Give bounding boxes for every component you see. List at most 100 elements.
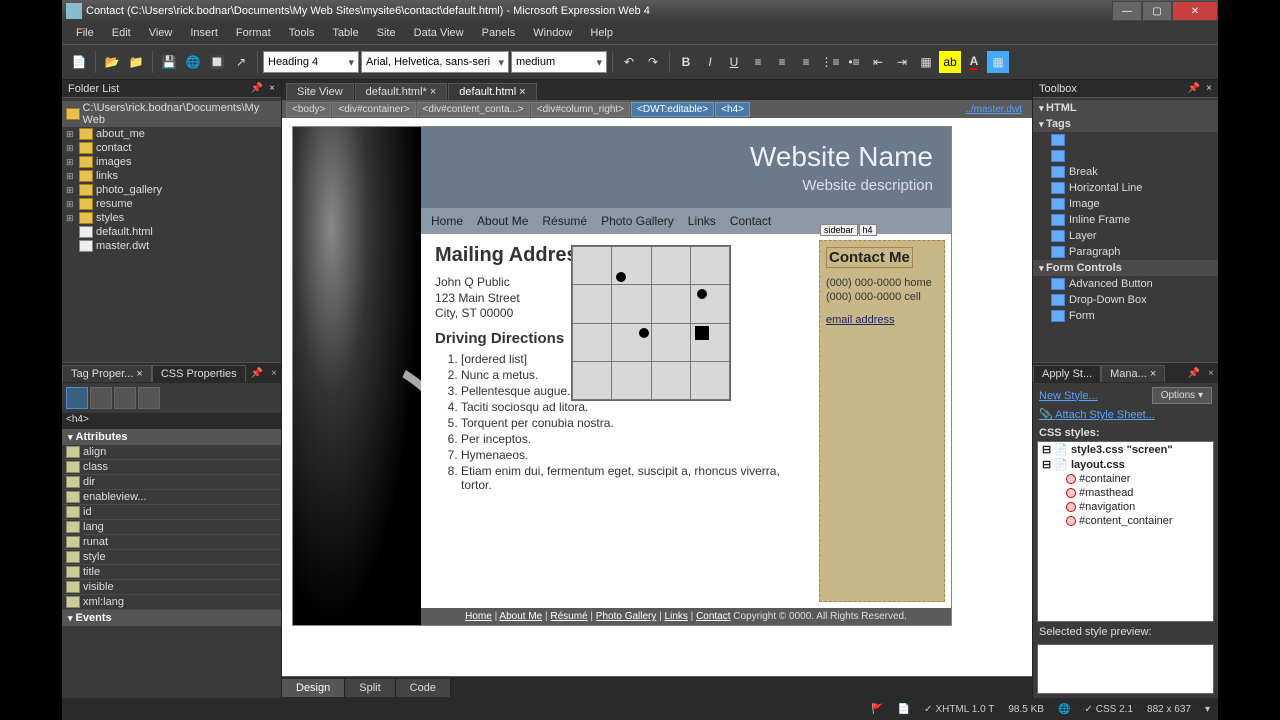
footer-link[interactable]: Résumé	[550, 611, 587, 622]
close-button[interactable]: ✕	[1172, 1, 1218, 21]
css-rule[interactable]: #content_container	[1038, 514, 1213, 528]
attr-row[interactable]: align	[62, 445, 281, 460]
nav-link[interactable]: Links	[688, 214, 716, 228]
superpreview-button[interactable]: 🔲	[206, 51, 228, 73]
menu-file[interactable]: File	[68, 25, 102, 41]
events-header[interactable]: Events	[62, 610, 281, 626]
folder-item[interactable]: master.dwt	[62, 239, 281, 253]
attr-row[interactable]: visible	[62, 580, 281, 595]
menu-edit[interactable]: Edit	[104, 25, 139, 41]
toolbox-category[interactable]: Tags	[1033, 116, 1218, 132]
borders-button[interactable]: ▦	[915, 51, 937, 73]
folder-item[interactable]: ⊞links	[62, 169, 281, 183]
table-button[interactable]: ▦	[987, 51, 1009, 73]
size-select[interactable]: medium	[511, 51, 607, 73]
nav-link[interactable]: Photo Gallery	[601, 214, 674, 228]
view-tab-code[interactable]: Code	[396, 679, 451, 697]
toolbox-item[interactable]: Break	[1033, 164, 1218, 180]
footer-link[interactable]: About Me	[499, 611, 542, 622]
open-button[interactable]: 📂	[101, 51, 123, 73]
align-right-button[interactable]: ≡	[795, 51, 817, 73]
doc-tab[interactable]: default.html ×	[448, 83, 536, 100]
status-flag[interactable]: 🚩	[871, 704, 883, 715]
breadcrumb-item[interactable]: <div#content_conta...>	[417, 102, 530, 117]
tab-apply-styles[interactable]: Apply St...	[1033, 365, 1101, 382]
outdent-button[interactable]: ⇤	[867, 51, 889, 73]
css-rule[interactable]: #container	[1038, 472, 1213, 486]
publish-button[interactable]: ↗	[230, 51, 252, 73]
options-button[interactable]: Options ▾	[1152, 387, 1212, 404]
pin-icon[interactable]: 📌	[1184, 368, 1204, 379]
status-mode[interactable]: 📄	[898, 704, 910, 715]
folder-item[interactable]: ⊞styles	[62, 211, 281, 225]
footer-link[interactable]: Home	[465, 611, 492, 622]
menu-insert[interactable]: Insert	[182, 25, 226, 41]
stylesheet-item[interactable]: ⊟ 📄 style3.css "screen"	[1038, 442, 1213, 457]
folder-item[interactable]: ⊞contact	[62, 141, 281, 155]
highlight-button[interactable]: ab	[939, 51, 961, 73]
master-link[interactable]: ../master.dwt	[965, 104, 1028, 115]
toolbox-item[interactable]: Inline Frame	[1033, 212, 1218, 228]
toolbox-item[interactable]: Advanced Button	[1033, 276, 1218, 292]
bold-button[interactable]: B	[675, 51, 697, 73]
view-tab-split[interactable]: Split	[345, 679, 395, 697]
toolbox-item[interactable]: Drop-Down Box	[1033, 292, 1218, 308]
pin-icon[interactable]: 📌	[251, 83, 263, 94]
pin-icon[interactable]: 📌	[1188, 83, 1200, 94]
font-color-button[interactable]: A	[963, 51, 985, 73]
nav-link[interactable]: Home	[431, 214, 463, 228]
toolbox-item[interactable]: Horizontal Line	[1033, 180, 1218, 196]
attach-stylesheet-link[interactable]: 📎 Attach Style Sheet...	[1039, 408, 1155, 421]
italic-button[interactable]: I	[699, 51, 721, 73]
sidebar-editable[interactable]: sidebarh4 Contact Me (000) 000-0000 home…	[819, 240, 945, 602]
attr-row[interactable]: id	[62, 505, 281, 520]
show-set-button[interactable]	[114, 387, 136, 409]
menu-panels[interactable]: Panels	[474, 25, 524, 41]
menu-format[interactable]: Format	[228, 25, 279, 41]
align-left-button[interactable]: ≡	[747, 51, 769, 73]
toolbox-item[interactable]	[1033, 148, 1218, 164]
style-select[interactable]: Heading 4	[263, 51, 359, 73]
toolbox-category[interactable]: HTML	[1033, 100, 1218, 116]
preview-button[interactable]: 🌐	[182, 51, 204, 73]
folder-item[interactable]: ⊞images	[62, 155, 281, 169]
email-link[interactable]: email address	[826, 314, 894, 326]
bullet-list-button[interactable]: •≡	[843, 51, 865, 73]
design-canvas[interactable]: Website Name Website description HomeAbo…	[282, 118, 1032, 676]
open-site-button[interactable]: 📁	[125, 51, 147, 73]
doc-tab[interactable]: default.html* ×	[355, 83, 448, 100]
attr-row[interactable]: class	[62, 460, 281, 475]
save-button[interactable]: 💾	[158, 51, 180, 73]
stylesheet-item[interactable]: ⊟ 📄 layout.css	[1038, 457, 1213, 472]
attr-row[interactable]: title	[62, 565, 281, 580]
close-icon[interactable]: ×	[267, 368, 281, 379]
folder-item[interactable]: ⊞photo_gallery	[62, 183, 281, 197]
breadcrumb-item[interactable]: <body>	[286, 102, 331, 117]
toolbox-item[interactable]: Layer	[1033, 228, 1218, 244]
footer-link[interactable]: Photo Gallery	[596, 611, 657, 622]
toolbox-item[interactable]	[1033, 132, 1218, 148]
menu-site[interactable]: Site	[369, 25, 404, 41]
tab-manage-styles[interactable]: Mana... ×	[1101, 365, 1165, 382]
menu-help[interactable]: Help	[582, 25, 621, 41]
attr-row[interactable]: xml:lang	[62, 595, 281, 610]
attr-row[interactable]: enableview...	[62, 490, 281, 505]
underline-button[interactable]: U	[723, 51, 745, 73]
folder-item[interactable]: default.html	[62, 225, 281, 239]
breadcrumb-item[interactable]: <DWT:editable>	[631, 102, 714, 117]
toolbox-item[interactable]: Paragraph	[1033, 244, 1218, 260]
attributes-header[interactable]: Attributes	[62, 429, 281, 445]
sort-cat-button[interactable]	[90, 387, 112, 409]
maximize-button[interactable]: ▢	[1142, 1, 1172, 21]
close-icon[interactable]: ×	[1204, 368, 1218, 379]
undo-button[interactable]: ↶	[618, 51, 640, 73]
attr-row[interactable]: dir	[62, 475, 281, 490]
contact-header[interactable]: Contact Me	[826, 247, 913, 268]
toolbox-item[interactable]: Image	[1033, 196, 1218, 212]
pin-icon[interactable]: 📌	[247, 368, 267, 379]
align-center-button[interactable]: ≡	[771, 51, 793, 73]
toolbox-category[interactable]: Form Controls	[1033, 260, 1218, 276]
attr-row[interactable]: runat	[62, 535, 281, 550]
breadcrumb-item[interactable]: <h4>	[715, 102, 750, 117]
close-icon[interactable]: ×	[1206, 83, 1212, 94]
